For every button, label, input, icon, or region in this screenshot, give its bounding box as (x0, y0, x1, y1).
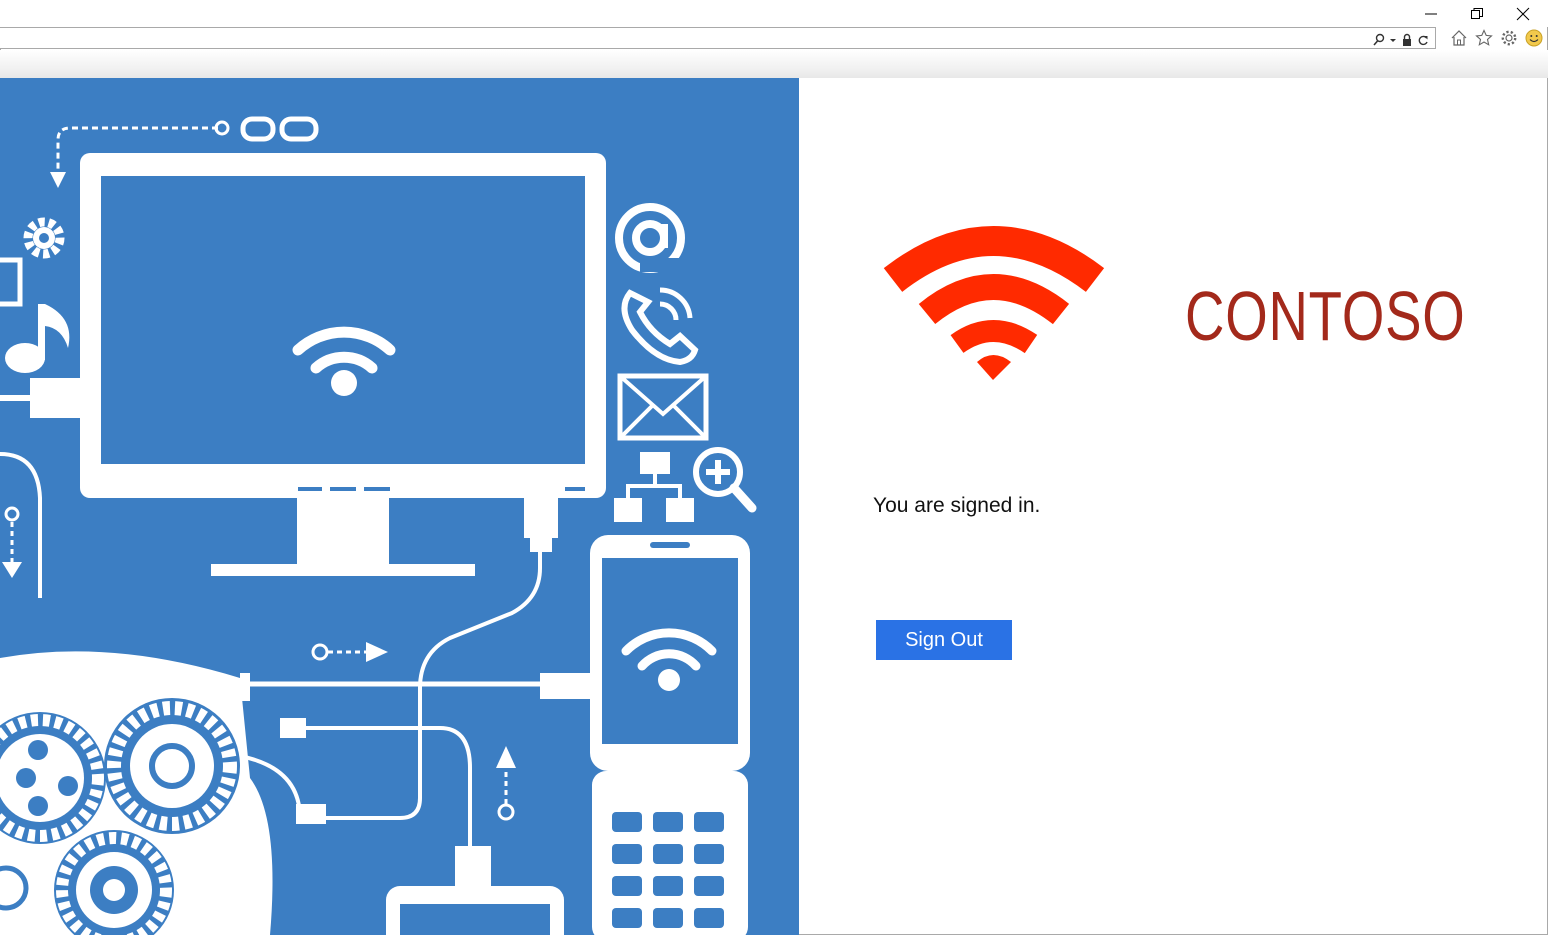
toolbar-shadow (0, 50, 1548, 78)
minimize-button[interactable] (1408, 0, 1454, 27)
signed-in-status: You are signed in. (873, 494, 1041, 517)
search-icon[interactable] (1373, 32, 1385, 46)
restore-button[interactable] (1454, 0, 1500, 27)
restore-icon (1471, 8, 1483, 19)
content-panel: CONTOSO You are signed in. Sign Out (799, 78, 1547, 934)
settings-gear-icon[interactable] (1500, 29, 1518, 47)
home-icon[interactable] (1450, 29, 1468, 47)
dropdown-icon[interactable] (1389, 32, 1397, 46)
minimize-icon (1425, 13, 1437, 15)
hero-illustration (0, 78, 799, 935)
close-button[interactable] (1500, 0, 1546, 27)
address-bar[interactable] (0, 27, 1436, 49)
sign-out-button[interactable]: Sign Out (876, 620, 1012, 660)
lock-icon[interactable] (1401, 32, 1413, 46)
browser-toolbar (1450, 29, 1543, 47)
gear-icon (23, 217, 65, 259)
devices-illustration (0, 116, 757, 935)
wifi-logo-icon (883, 226, 1105, 380)
close-icon (1516, 7, 1530, 21)
feedback-smiley-icon[interactable] (1525, 29, 1543, 47)
title-bar (0, 0, 1548, 27)
contoso-logo: CONTOSO (883, 222, 1465, 392)
favorites-star-icon[interactable] (1475, 29, 1493, 47)
refresh-icon[interactable] (1417, 32, 1429, 46)
brand-name: CONTOSO (1185, 277, 1466, 355)
